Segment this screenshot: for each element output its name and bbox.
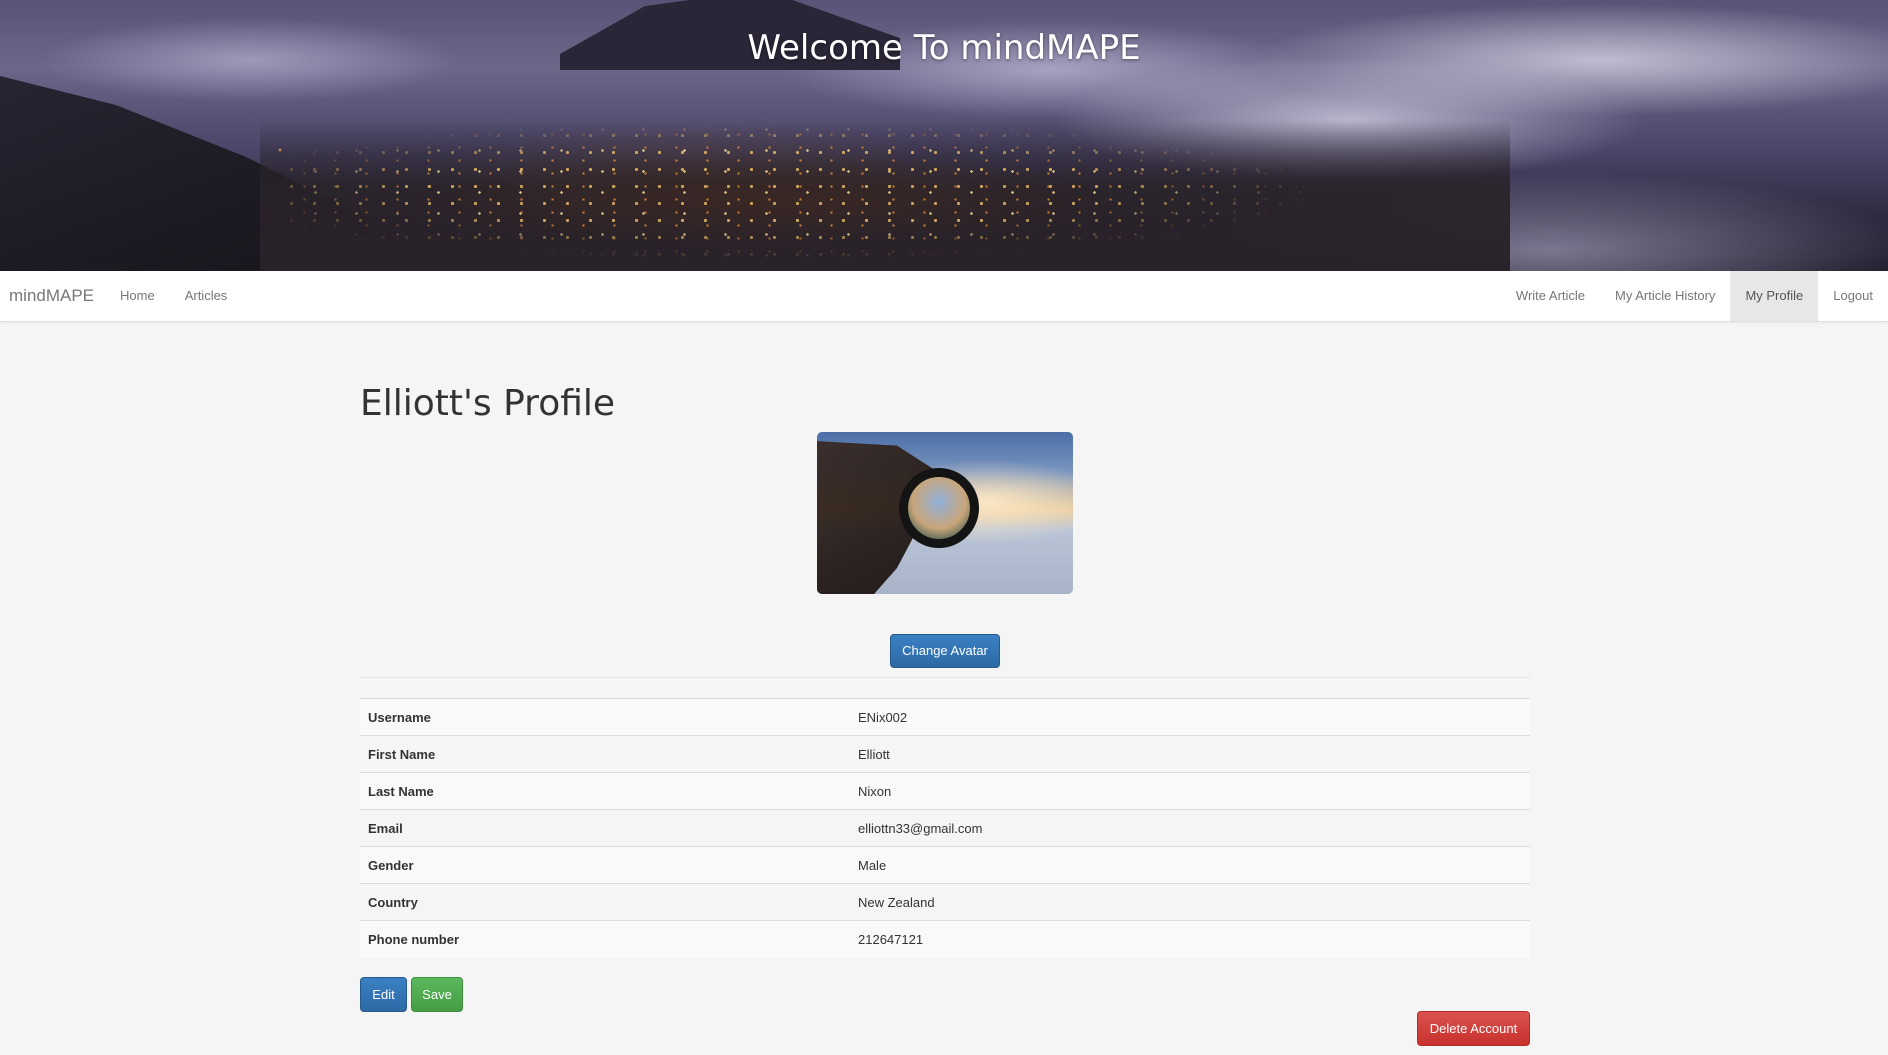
field-label-username: Username — [360, 698, 850, 736]
edit-button[interactable]: Edit — [360, 977, 407, 1012]
nav-item-home[interactable]: Home — [105, 271, 170, 321]
field-label-email: Email — [360, 809, 850, 847]
table-row: Username ENix002 — [360, 698, 1530, 736]
hero-title: Welcome To mindMAPE — [747, 28, 1141, 68]
field-value-phone-number: 212647121 — [850, 920, 1530, 958]
delete-account-button[interactable]: Delete Account — [1417, 1011, 1530, 1046]
field-label-gender: Gender — [360, 846, 850, 884]
field-value-first-name: Elliott — [850, 735, 1530, 773]
table-row: Email elliottn33@gmail.com — [360, 809, 1530, 847]
avatar — [817, 432, 1073, 594]
nav-item-articles[interactable]: Articles — [170, 271, 243, 321]
nav-item-logout[interactable]: Logout — [1818, 271, 1888, 321]
table-row: Phone number 212647121 — [360, 920, 1530, 958]
nav-item-my-profile[interactable]: My Profile — [1730, 271, 1819, 321]
hero-city-lights — [280, 110, 1530, 270]
field-value-country: New Zealand — [850, 883, 1530, 921]
field-label-country: Country — [360, 883, 850, 921]
nav-item-write-article[interactable]: Write Article — [1501, 271, 1600, 321]
nav-item-my-article-history[interactable]: My Article History — [1600, 271, 1730, 321]
table-row: Last Name Nixon — [360, 772, 1530, 810]
navbar-right: Write Article My Article History My Prof… — [1501, 271, 1888, 321]
field-value-last-name: Nixon — [850, 772, 1530, 810]
field-label-last-name: Last Name — [360, 772, 850, 810]
table-row: Gender Male — [360, 846, 1530, 884]
field-value-username: ENix002 — [850, 698, 1530, 736]
navbar: mindMAPE Home Articles Write Article My … — [0, 271, 1888, 322]
navbar-left: Home Articles — [105, 271, 242, 321]
field-label-first-name: First Name — [360, 735, 850, 773]
divider — [360, 677, 1530, 678]
field-label-phone-number: Phone number — [360, 920, 850, 958]
page-title: Elliott's Profile — [360, 383, 616, 424]
profile-table: Username ENix002 First Name Elliott Last… — [360, 698, 1530, 958]
field-value-email: elliottn33@gmail.com — [850, 809, 1530, 847]
table-row: Country New Zealand — [360, 883, 1530, 921]
table-row: First Name Elliott — [360, 735, 1530, 773]
hero-banner: Welcome To mindMAPE — [0, 0, 1888, 271]
save-button[interactable]: Save — [411, 977, 463, 1012]
change-avatar-button[interactable]: Change Avatar — [890, 634, 1000, 668]
navbar-brand[interactable]: mindMAPE — [9, 271, 94, 321]
avatar-lens — [899, 468, 979, 548]
field-value-gender: Male — [850, 846, 1530, 884]
